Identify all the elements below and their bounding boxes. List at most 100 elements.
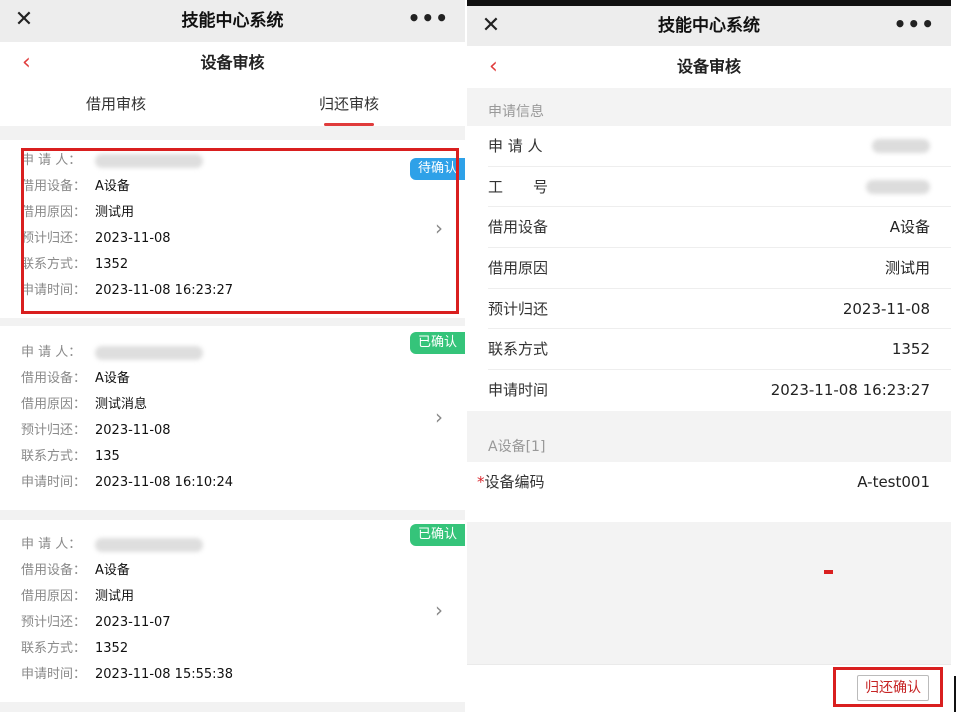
field-label: 预计归还： bbox=[21, 423, 87, 438]
field-label: 预计归还： bbox=[21, 615, 87, 630]
device-value: A设备 bbox=[95, 563, 130, 578]
info-key: 申请时间 bbox=[488, 381, 549, 400]
field-label: 借用设备： bbox=[21, 563, 87, 578]
applicant-row: 申 请 人： bbox=[21, 340, 203, 366]
device-code-value: A-test001 bbox=[857, 473, 930, 491]
section-title-device: A设备[1] bbox=[488, 439, 546, 455]
page-title: 设备审核 bbox=[676, 57, 741, 76]
redacted-value bbox=[95, 345, 203, 360]
device-code-label-group: *设备编码 bbox=[477, 462, 545, 502]
redacted-value bbox=[866, 179, 930, 194]
chevron-right-icon[interactable]: › bbox=[435, 216, 443, 240]
info-value: A设备 bbox=[889, 218, 930, 237]
device-code-label: 设备编码 bbox=[484, 473, 545, 491]
chevron-right-icon[interactable]: › bbox=[435, 405, 443, 429]
info-row-contact: 联系方式 1352 bbox=[488, 329, 951, 371]
info-row-apply-time: 申请时间 2023-11-08 16:23:27 bbox=[488, 370, 951, 411]
contact-row: 联系方式： 1352 bbox=[21, 636, 128, 662]
contact-value: 135 bbox=[95, 449, 120, 464]
contact-value: 1352 bbox=[95, 641, 129, 656]
redacted-value bbox=[872, 139, 930, 153]
required-asterisk: * bbox=[477, 473, 485, 491]
more-menu-icon[interactable]: ••• bbox=[408, 6, 449, 30]
device-row: 借用设备： A设备 bbox=[21, 366, 130, 392]
page-nav-bar: ‹ 设备审核 bbox=[0, 42, 465, 84]
screenshot-stage: ✕ 技能中心系统 ••• ‹ 设备审核 借用审核 归还审核 待确认 申 请 人：… bbox=[0, 0, 957, 712]
info-row-reason: 借用原因 测试用 bbox=[488, 248, 951, 289]
info-key: 工 号 bbox=[488, 177, 549, 196]
app-top-bar: ✕ 技能中心系统 ••• bbox=[467, 6, 951, 46]
apply-info-list: 申 请 人 工 号 借用设备 A设备 借用原因 测试用 预计归还 2023-11-08… bbox=[467, 126, 951, 411]
field-label: 借用设备： bbox=[21, 371, 87, 386]
app-top-bar: ✕ 技能中心系统 ••• bbox=[0, 0, 465, 42]
field-label: 联系方式： bbox=[21, 257, 87, 272]
status-badge: 已确认 bbox=[409, 332, 465, 354]
apply-time-row: 申请时间： 2023-11-08 15:55:38 bbox=[21, 662, 233, 688]
info-value: 2023-11-08 16:23:27 bbox=[770, 381, 930, 400]
info-row-employee-id: 工 号 bbox=[488, 167, 951, 208]
device-row: 借用设备： A设备 bbox=[21, 174, 130, 200]
audit-card[interactable]: 待确认 申 请 人： 借用设备： A设备 借用原因： 测试用 预计归还： 2023-1… bbox=[0, 140, 465, 318]
info-key: 借用设备 bbox=[488, 218, 549, 237]
field-label: 联系方式： bbox=[21, 641, 87, 656]
page-nav-bar: ‹ 设备审核 bbox=[467, 46, 951, 88]
bottom-action-bar: 归还确认 bbox=[467, 664, 951, 712]
more-menu-icon[interactable]: ••• bbox=[894, 12, 935, 36]
applicant-row: 申 请 人： bbox=[21, 148, 203, 174]
info-row-applicant: 申 请 人 bbox=[488, 126, 951, 167]
app-title: 技能中心系统 bbox=[658, 16, 760, 36]
field-label: 申请时间： bbox=[21, 667, 87, 682]
tab-borrow-audit[interactable]: 借用审核 bbox=[0, 84, 232, 126]
tab-label: 归还审核 bbox=[318, 95, 379, 113]
audit-card-list: 待确认 申 请 人： 借用设备： A设备 借用原因： 测试用 预计归还： 2023-1… bbox=[0, 126, 465, 712]
apply-time-value: 2023-11-08 16:23:27 bbox=[95, 283, 234, 298]
apply-time-value: 2023-11-08 15:55:38 bbox=[95, 667, 234, 682]
tab-return-audit[interactable]: 归还审核 bbox=[233, 84, 465, 126]
field-label: 申 请 人： bbox=[21, 345, 82, 360]
info-key: 借用原因 bbox=[488, 259, 549, 278]
tab-bar: 借用审核 归还审核 bbox=[0, 84, 465, 126]
field-label: 借用设备： bbox=[21, 179, 87, 194]
field-label: 借用原因： bbox=[21, 205, 87, 220]
apply-time-row: 申请时间： 2023-11-08 16:10:24 bbox=[21, 470, 233, 496]
page-title: 设备审核 bbox=[200, 53, 265, 72]
tab-label: 借用审核 bbox=[85, 95, 146, 113]
audit-card[interactable]: 已确认 申 请 人： 借用设备： A设备 借用原因： 测试消息 预计归还： 2023-… bbox=[0, 326, 465, 510]
reason-row: 借用原因： 测试用 bbox=[21, 200, 134, 226]
return-date-value: 2023-11-08 bbox=[95, 423, 171, 438]
edge-line bbox=[954, 676, 956, 712]
audit-card[interactable]: 已确认 申 请 人： 借用设备： A设备 借用原因： 测试用 预计归还： 2023-1… bbox=[0, 520, 465, 702]
redacted-value bbox=[95, 537, 203, 552]
device-code-section: *设备编码 A-test001 bbox=[467, 462, 951, 522]
field-label: 借用原因： bbox=[21, 589, 87, 604]
field-label: 申请时间： bbox=[21, 283, 87, 298]
return-date-row: 预计归还： 2023-11-08 bbox=[21, 226, 171, 252]
field-label: 联系方式： bbox=[21, 449, 87, 464]
red-mark bbox=[824, 570, 833, 574]
return-date-value: 2023-11-07 bbox=[95, 615, 171, 630]
reason-value: 测试用 bbox=[95, 205, 135, 220]
apply-time-row: 申请时间： 2023-11-08 16:23:27 bbox=[21, 278, 233, 304]
device-value: A设备 bbox=[95, 179, 130, 194]
return-confirm-button[interactable]: 归还确认 bbox=[857, 675, 929, 701]
reason-value: 测试用 bbox=[95, 589, 135, 604]
field-label: 预计归还： bbox=[21, 231, 87, 246]
info-row-return-date: 预计归还 2023-11-08 bbox=[488, 289, 951, 330]
section-title-apply-info: 申请信息 bbox=[488, 104, 544, 120]
app-title: 技能中心系统 bbox=[181, 11, 284, 31]
info-key: 申 请 人 bbox=[488, 137, 543, 155]
chevron-right-icon[interactable]: › bbox=[435, 598, 443, 622]
contact-row: 联系方式： 1352 bbox=[21, 252, 128, 278]
contact-value: 1352 bbox=[95, 257, 129, 272]
return-date-value: 2023-11-08 bbox=[95, 231, 171, 246]
status-badge: 待确认 bbox=[409, 158, 465, 180]
return-date-row: 预计归还： 2023-11-07 bbox=[21, 610, 171, 636]
status-badge: 已确认 bbox=[409, 524, 465, 546]
info-value: 1352 bbox=[891, 340, 930, 359]
field-label: 申 请 人： bbox=[21, 537, 82, 552]
device-value: A设备 bbox=[95, 371, 130, 386]
info-key: 联系方式 bbox=[488, 340, 549, 359]
return-date-row: 预计归还： 2023-11-08 bbox=[21, 418, 171, 444]
device-code-row[interactable]: *设备编码 A-test001 bbox=[477, 462, 951, 503]
redacted-value bbox=[95, 153, 203, 168]
